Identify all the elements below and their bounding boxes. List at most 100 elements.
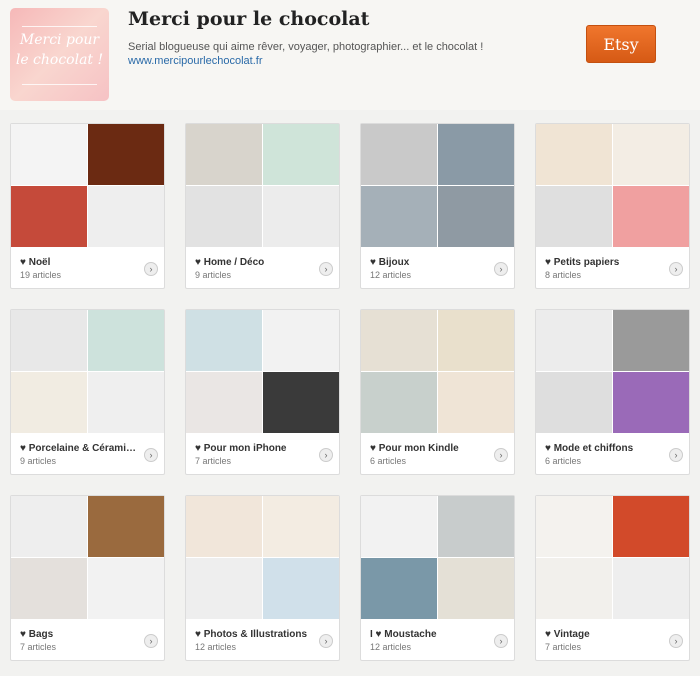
- collection-count: 19 articles: [20, 270, 62, 280]
- collection-title[interactable]: ♥ Photos & Illustrations: [195, 629, 307, 640]
- collection-count: 9 articles: [20, 456, 57, 466]
- collection-thumbnail[interactable]: [263, 558, 339, 619]
- collection-card[interactable]: ♥ Mode et chiffons 6 articles ›: [535, 309, 690, 475]
- chevron-right-icon[interactable]: ›: [494, 634, 508, 648]
- collection-thumbnail[interactable]: [11, 124, 87, 185]
- chevron-right-icon[interactable]: ›: [319, 634, 333, 648]
- collection-thumbnail[interactable]: [361, 124, 437, 185]
- collection-thumbnail[interactable]: [11, 310, 87, 371]
- collection-count: 6 articles: [545, 456, 582, 466]
- collection-thumbnail[interactable]: [88, 496, 164, 557]
- collection-thumbnail[interactable]: [88, 124, 164, 185]
- collection-card[interactable]: ♥ Pour mon iPhone 7 articles ›: [185, 309, 340, 475]
- collection-thumbnail[interactable]: [11, 186, 87, 247]
- collection-title[interactable]: ♥ Porcelaine & Cérami…: [20, 443, 136, 454]
- collection-card[interactable]: I ♥ Moustache 12 articles ›: [360, 495, 515, 661]
- collection-thumbnail[interactable]: [536, 496, 612, 557]
- collection-count: 7 articles: [195, 456, 232, 466]
- collection-title[interactable]: ♥ Noël: [20, 257, 50, 268]
- collection-thumbnail[interactable]: [536, 124, 612, 185]
- collection-thumbnail[interactable]: [536, 558, 612, 619]
- collection-thumbnail[interactable]: [186, 186, 262, 247]
- chevron-right-icon[interactable]: ›: [319, 448, 333, 462]
- collection-thumbnails: [186, 124, 339, 247]
- collection-title[interactable]: ♥ Vintage: [545, 629, 590, 640]
- collection-thumbnail[interactable]: [88, 372, 164, 433]
- collection-thumbnail[interactable]: [438, 496, 514, 557]
- collection-thumbnail[interactable]: [186, 558, 262, 619]
- collection-thumbnail[interactable]: [613, 186, 689, 247]
- collection-title[interactable]: ♥ Bijoux: [370, 257, 409, 268]
- chevron-right-icon[interactable]: ›: [494, 448, 508, 462]
- chevron-right-icon[interactable]: ›: [319, 262, 333, 276]
- collection-title[interactable]: ♥ Home / Déco: [195, 257, 264, 268]
- collection-thumbnail[interactable]: [438, 186, 514, 247]
- collection-thumbnail[interactable]: [186, 372, 262, 433]
- collection-thumbnail[interactable]: [536, 372, 612, 433]
- collection-title[interactable]: ♥ Mode et chiffons: [545, 443, 633, 454]
- collection-thumbnail[interactable]: [361, 310, 437, 371]
- chevron-right-icon[interactable]: ›: [669, 634, 683, 648]
- collection-card[interactable]: ♥ Vintage 7 articles ›: [535, 495, 690, 661]
- collection-thumbnail[interactable]: [263, 372, 339, 433]
- collection-thumbnail[interactable]: [361, 372, 437, 433]
- collection-thumbnail[interactable]: [438, 558, 514, 619]
- collection-thumbnails: [361, 310, 514, 433]
- collection-card[interactable]: ♥ Petits papiers 8 articles ›: [535, 123, 690, 289]
- collection-thumbnail[interactable]: [361, 186, 437, 247]
- collection-thumbnail[interactable]: [613, 558, 689, 619]
- collection-thumbnail[interactable]: [11, 496, 87, 557]
- collection-count: 9 articles: [195, 270, 232, 280]
- collection-thumbnail[interactable]: [438, 124, 514, 185]
- collection-thumbnail[interactable]: [88, 310, 164, 371]
- collection-thumbnail[interactable]: [263, 496, 339, 557]
- chevron-right-icon[interactable]: ›: [144, 262, 158, 276]
- collection-card[interactable]: ♥ Home / Déco 9 articles ›: [185, 123, 340, 289]
- collection-thumbnail[interactable]: [88, 186, 164, 247]
- collection-thumbnail[interactable]: [11, 372, 87, 433]
- collection-thumbnail[interactable]: [263, 186, 339, 247]
- shop-avatar[interactable]: Merci pour le chocolat !: [10, 8, 109, 101]
- collection-title[interactable]: ♥ Bags: [20, 629, 53, 640]
- collection-thumbnails: [361, 124, 514, 247]
- shop-website-link[interactable]: www.mercipourlechocolat.fr: [128, 55, 263, 67]
- chevron-right-icon[interactable]: ›: [669, 448, 683, 462]
- collection-title[interactable]: ♥ Pour mon iPhone: [195, 443, 287, 454]
- collection-card[interactable]: ♥ Photos & Illustrations 12 articles ›: [185, 495, 340, 661]
- collection-title[interactable]: ♥ Petits papiers: [545, 257, 619, 268]
- collection-thumbnail[interactable]: [613, 124, 689, 185]
- collection-thumbnail[interactable]: [438, 310, 514, 371]
- etsy-button[interactable]: Etsy: [586, 25, 656, 63]
- collection-thumbnail[interactable]: [11, 558, 87, 619]
- collection-thumbnails: [361, 496, 514, 619]
- shop-header: Merci pour le chocolat ! Merci pour le c…: [0, 0, 700, 110]
- collection-card[interactable]: ♥ Porcelaine & Cérami… 9 articles ›: [10, 309, 165, 475]
- collection-thumbnail[interactable]: [361, 558, 437, 619]
- collection-thumbnail[interactable]: [613, 310, 689, 371]
- collection-card[interactable]: ♥ Pour mon Kindle 6 articles ›: [360, 309, 515, 475]
- collection-thumbnail[interactable]: [361, 496, 437, 557]
- collection-title[interactable]: ♥ Pour mon Kindle: [370, 443, 459, 454]
- chevron-right-icon[interactable]: ›: [144, 448, 158, 462]
- chevron-right-icon[interactable]: ›: [669, 262, 683, 276]
- collection-thumbnail[interactable]: [613, 496, 689, 557]
- collection-thumbnail[interactable]: [186, 496, 262, 557]
- chevron-right-icon[interactable]: ›: [494, 262, 508, 276]
- collection-count: 7 articles: [545, 642, 582, 652]
- collection-card[interactable]: ♥ Noël 19 articles ›: [10, 123, 165, 289]
- collection-thumbnail[interactable]: [186, 310, 262, 371]
- chevron-right-icon[interactable]: ›: [144, 634, 158, 648]
- collection-card[interactable]: ♥ Bags 7 articles ›: [10, 495, 165, 661]
- collection-thumbnail[interactable]: [88, 558, 164, 619]
- collection-thumbnail[interactable]: [536, 186, 612, 247]
- collection-thumbnail[interactable]: [263, 310, 339, 371]
- collection-thumbnail[interactable]: [263, 124, 339, 185]
- collection-thumbnails: [11, 124, 164, 247]
- collection-card[interactable]: ♥ Bijoux 12 articles ›: [360, 123, 515, 289]
- shop-description: Serial blogueuse qui aime rêver, voyager…: [128, 41, 484, 53]
- collection-thumbnail[interactable]: [438, 372, 514, 433]
- collection-thumbnail[interactable]: [613, 372, 689, 433]
- collection-title[interactable]: I ♥ Moustache: [370, 629, 437, 640]
- collection-thumbnail[interactable]: [186, 124, 262, 185]
- collection-thumbnail[interactable]: [536, 310, 612, 371]
